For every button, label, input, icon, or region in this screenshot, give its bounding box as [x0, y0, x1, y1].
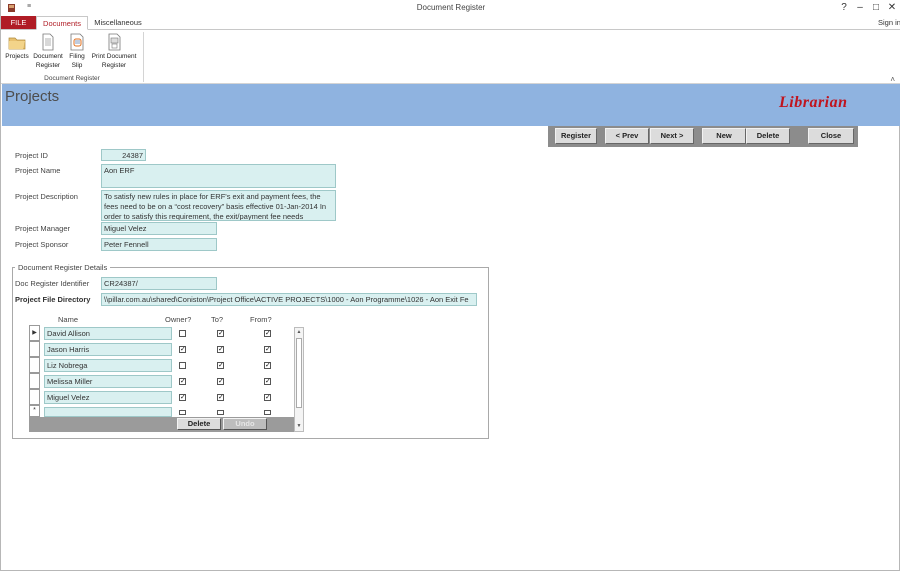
print-register-icon [108, 33, 121, 51]
document-register-label-1: Document [33, 53, 63, 60]
name-column-header: Name [58, 315, 79, 324]
doc-register-identifier-field[interactable]: CR24387/ [101, 277, 217, 290]
from-checkbox[interactable]: ✓ [264, 394, 271, 401]
filing-slip-label-2: Slip [71, 62, 83, 69]
print-register-label-1: Print Document [91, 53, 137, 60]
owner-checkbox[interactable]: ✓ [179, 394, 186, 401]
to-checkbox[interactable]: ✓ [217, 362, 224, 369]
ribbon-separator [143, 32, 144, 82]
to-checkbox[interactable]: ✓ [217, 378, 224, 385]
document-register-label-2: Register [35, 62, 61, 69]
next-button[interactable]: Next > [650, 128, 694, 144]
project-sponsor-label: Project Sponsor [15, 240, 69, 249]
projects-ribbon-button[interactable]: Projects [4, 33, 30, 61]
tab-miscellaneous[interactable]: Miscellaneous [90, 16, 146, 30]
person-name-field[interactable]: David Allison [44, 327, 172, 340]
new-record-selector[interactable]: * [29, 405, 40, 417]
document-register-details-label: Document Register Details [15, 263, 111, 272]
owner-checkbox[interactable]: ✓ [179, 346, 186, 353]
owner-column-header: Owner? [165, 315, 192, 324]
record-selector[interactable] [29, 357, 40, 373]
collapse-ribbon-icon[interactable]: ˄ [890, 75, 895, 84]
maximize-button[interactable]: □ [869, 2, 883, 14]
scroll-thumb[interactable] [296, 338, 302, 408]
filing-slip-ribbon-button[interactable]: Filing Slip [66, 33, 88, 70]
prev-button[interactable]: < Prev [605, 128, 649, 144]
project-name-field[interactable]: Aon ERF [101, 164, 336, 188]
new-owner-checkbox[interactable] [179, 410, 186, 415]
filing-slip-icon [70, 33, 84, 51]
owner-checkbox[interactable]: ✓ [179, 378, 186, 385]
help-button[interactable]: ? [837, 2, 851, 14]
person-name-field[interactable]: Miguel Velez [44, 391, 172, 404]
filing-slip-label-1: Filing [69, 53, 85, 60]
doc-register-identifier-label: Doc Register Identifier [15, 279, 90, 288]
from-checkbox[interactable]: ✓ [264, 362, 271, 369]
project-description-label: Project Description [15, 192, 78, 201]
scroll-down-icon[interactable]: ▼ [295, 422, 303, 431]
projects-label: Projects [5, 53, 29, 60]
document-icon [42, 33, 54, 51]
record-selector[interactable] [29, 373, 40, 389]
window-title: Document Register [416, 3, 486, 12]
sign-in-link[interactable]: Sign in [878, 18, 900, 27]
register-button[interactable]: Register [555, 128, 597, 144]
delete-person-button[interactable]: Delete [177, 418, 221, 430]
app-window: ≡ Document Register ? – □ ✕ FILE Documen… [0, 0, 900, 571]
ribbon-group-label: Document Register [44, 75, 100, 82]
title-bar: ≡ Document Register ? – □ ✕ [1, 0, 900, 16]
page-title: Projects [5, 88, 60, 105]
project-manager-field[interactable]: Miguel Velez [101, 222, 217, 235]
tab-documents[interactable]: Documents [36, 16, 88, 30]
print-register-label-2: Register [101, 62, 127, 69]
from-checkbox[interactable]: ✓ [264, 378, 271, 385]
ribbon: Projects Document Register Filing Slip P… [1, 29, 900, 84]
new-to-checkbox[interactable] [217, 410, 224, 415]
document-register-ribbon-button[interactable]: Document Register [31, 33, 65, 70]
from-checkbox[interactable]: ✓ [264, 330, 271, 337]
person-name-field[interactable]: Liz Nobrega [44, 359, 172, 372]
project-sponsor-field[interactable]: Peter Fennell [101, 238, 217, 251]
owner-checkbox[interactable] [179, 330, 186, 337]
to-checkbox[interactable]: ✓ [217, 346, 224, 353]
form-header: Projects Librarian [2, 84, 900, 126]
folder-icon [8, 37, 26, 50]
project-manager-label: Project Manager [15, 224, 71, 233]
delete-record-button[interactable]: Delete [746, 128, 790, 144]
person-name-field[interactable]: Melissa Miller [44, 375, 172, 388]
to-column-header: To? [211, 315, 224, 324]
project-description-field[interactable]: To satisfy new rules in place for ERF's … [101, 190, 336, 221]
project-id-label: Project ID [15, 151, 48, 160]
scroll-up-icon[interactable]: ▲ [295, 328, 303, 337]
from-column-header: From? [250, 315, 272, 324]
project-file-directory-field[interactable]: \\pillar.com.au\shared\Coniston\Project … [101, 293, 477, 306]
project-file-directory-label: Project File Directory [15, 295, 91, 304]
owner-checkbox[interactable] [179, 362, 186, 369]
person-name-field[interactable]: Jason Harris [44, 343, 172, 356]
ribbon-tab-row: FILE Documents Miscellaneous Sign in [1, 16, 900, 30]
project-name-label: Project Name [15, 166, 61, 175]
close-window-button[interactable]: ✕ [885, 2, 899, 14]
librarian-logo: Librarian [779, 94, 848, 111]
new-person-name-field[interactable] [44, 407, 172, 417]
tab-file[interactable]: FILE [1, 16, 36, 30]
new-from-checkbox[interactable] [264, 410, 271, 415]
record-navigation-bar: Register < Prev Next > New Delete Close [548, 126, 858, 147]
new-button[interactable]: New [702, 128, 746, 144]
to-checkbox[interactable]: ✓ [217, 330, 224, 337]
subform-scrollbar[interactable]: ▲ ▼ [294, 327, 304, 432]
close-form-button[interactable]: Close [808, 128, 854, 144]
record-selector[interactable]: ▶ [29, 325, 40, 341]
to-checkbox[interactable]: ✓ [217, 394, 224, 401]
from-checkbox[interactable]: ✓ [264, 346, 271, 353]
minimize-button[interactable]: – [853, 2, 867, 14]
project-id-field[interactable]: 24387 [101, 149, 146, 161]
record-selector[interactable] [29, 341, 40, 357]
record-selector[interactable] [29, 389, 40, 405]
undo-button: Undo [223, 418, 267, 430]
print-document-register-ribbon-button[interactable]: Print Document Register [89, 33, 139, 70]
